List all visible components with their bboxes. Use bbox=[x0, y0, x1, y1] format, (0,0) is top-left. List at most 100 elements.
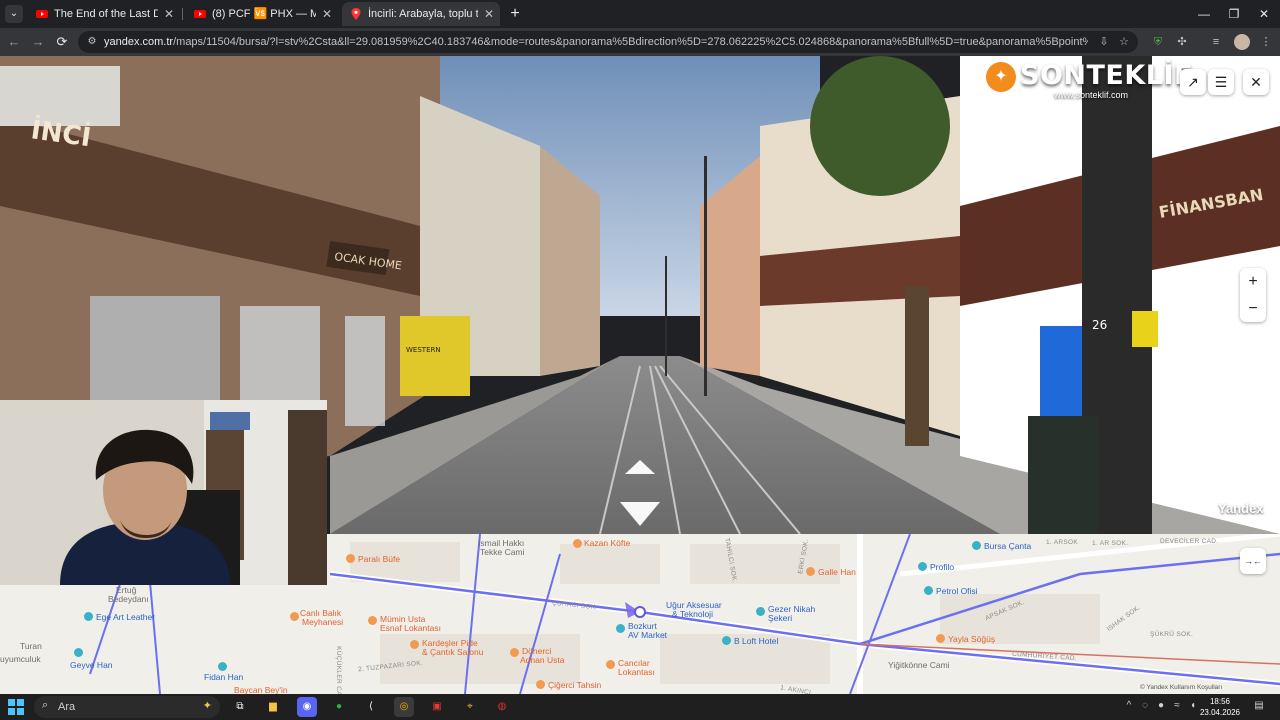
new-tab-button[interactable]: + bbox=[505, 4, 525, 24]
zoom-out-button[interactable]: − bbox=[1240, 295, 1266, 322]
map-label[interactable]: Kazan Köfte bbox=[584, 539, 630, 548]
clock-date: 23.04.2026 bbox=[1199, 708, 1241, 717]
map-label[interactable]: Adnan Usta bbox=[520, 656, 564, 665]
map-attribution[interactable]: © Yandex Kullanım Koşulları bbox=[1140, 684, 1222, 691]
tab-last-dance[interactable]: The End of the Last Dance | Mi ✕ bbox=[28, 2, 180, 26]
poi-pin-icon[interactable] bbox=[806, 567, 815, 576]
poi-pin-icon[interactable] bbox=[410, 640, 419, 649]
poi-pin-icon[interactable] bbox=[536, 680, 545, 689]
tab-search-icon[interactable]: ⌄ bbox=[5, 5, 23, 23]
zoom-in-button[interactable]: + bbox=[1240, 268, 1266, 295]
map-label[interactable]: Fidan Han bbox=[204, 673, 243, 682]
close-icon[interactable]: ✕ bbox=[164, 2, 174, 26]
microphone-icon[interactable]: ● bbox=[1154, 698, 1168, 714]
close-icon[interactable]: ✕ bbox=[484, 2, 494, 26]
map-label[interactable]: Çiğerci Tahsin bbox=[548, 681, 601, 690]
editor-app-icon[interactable]: ⌖ bbox=[460, 697, 480, 717]
poi-pin-icon[interactable] bbox=[972, 541, 981, 550]
menu-icon[interactable]: ☰ bbox=[1208, 69, 1234, 95]
map-label[interactable]: Baycan Bey'in bbox=[234, 686, 288, 695]
map-label[interactable]: Ege Art Leather bbox=[96, 613, 155, 622]
chrome-icon[interactable]: ◎ bbox=[394, 697, 414, 717]
poi-pin-icon[interactable] bbox=[936, 634, 945, 643]
task-view-icon[interactable]: ⧉ bbox=[230, 697, 250, 717]
poi-pin-icon[interactable] bbox=[84, 612, 93, 621]
street-label: KÜÇÜKLER CAD. bbox=[334, 646, 342, 694]
poi-pin-icon[interactable] bbox=[290, 612, 299, 621]
map-label[interactable]: Lokantası bbox=[618, 668, 655, 677]
map-label[interactable]: Esnaf Lokantası bbox=[380, 624, 441, 633]
close-panorama-icon[interactable]: ✕ bbox=[1243, 69, 1269, 95]
tray-overflow-icon[interactable]: ^ bbox=[1122, 698, 1136, 714]
map-label[interactable]: B Loft Hotel bbox=[734, 637, 778, 646]
discord-icon[interactable]: ◉ bbox=[297, 697, 317, 717]
profile-avatar[interactable] bbox=[1234, 34, 1250, 50]
collapse-map-icon[interactable]: →← bbox=[1240, 548, 1266, 574]
extension-shield-icon[interactable]: ⛨ bbox=[1150, 34, 1166, 50]
reload-icon[interactable]: ⟳ bbox=[52, 32, 72, 52]
address-bar[interactable]: ⚙ yandex.com.tr/maps/11504/bursa/?l=stv%… bbox=[78, 31, 1138, 53]
map-label[interactable]: Geyve Han bbox=[70, 661, 113, 670]
system-clock[interactable]: 18:56 23.04.2026 bbox=[1198, 696, 1242, 718]
tab-incirli-maps[interactable]: İncirli: Arabayla, toplu taşımayl ✕ bbox=[342, 2, 500, 26]
map-label[interactable]: Bedeydanı bbox=[108, 595, 149, 604]
tab-pcf-phx[interactable]: (8) PCF 🆚 PHX — MISA 🆚 SU ✕ bbox=[186, 2, 338, 26]
window-close-icon[interactable]: ✕ bbox=[1248, 0, 1280, 28]
obs-icon[interactable]: ◍ bbox=[492, 697, 512, 717]
svg-text:26: 26 bbox=[1092, 318, 1107, 332]
poi-pin-icon[interactable] bbox=[510, 648, 519, 657]
tray-network-icon[interactable]: ◌ bbox=[1138, 698, 1152, 714]
windows-start-icon[interactable] bbox=[8, 699, 24, 715]
map-label[interactable]: & Çantık Salonu bbox=[422, 648, 483, 657]
map-label[interactable]: Petrol Ofisi bbox=[936, 587, 978, 596]
restore-icon[interactable]: ❐ bbox=[1218, 0, 1250, 28]
watermark-url: www.sonteklif.com bbox=[1054, 90, 1129, 100]
back-icon[interactable]: ← bbox=[4, 32, 24, 52]
watermark-logo: ✦ SONTEKLİF www.sonteklif.com bbox=[986, 60, 1192, 102]
map-label[interactable]: Şekeri bbox=[768, 614, 792, 623]
minimize-icon[interactable]: — bbox=[1188, 0, 1220, 28]
poi-pin-icon[interactable] bbox=[346, 554, 355, 563]
yandex-maps-icon bbox=[351, 8, 361, 20]
map-label[interactable]: Yiğitkönne Cami bbox=[888, 661, 950, 670]
file-explorer-icon[interactable]: ▆ bbox=[263, 697, 283, 717]
media-app-icon[interactable]: ▣ bbox=[427, 697, 447, 717]
map-label[interactable]: Yayla Söğüş bbox=[948, 635, 995, 644]
bookmark-star-icon[interactable]: ☆ bbox=[1116, 34, 1132, 50]
close-icon[interactable]: ✕ bbox=[322, 2, 332, 26]
taskbar-search-box[interactable]: ⌕ Ara ✦ bbox=[34, 696, 220, 718]
map-label[interactable]: & Teknoloji bbox=[672, 610, 713, 619]
open-external-icon[interactable]: ↗ bbox=[1180, 69, 1206, 95]
poi-pin-icon[interactable] bbox=[616, 624, 625, 633]
poi-pin-icon[interactable] bbox=[918, 562, 927, 571]
poi-pin-icon[interactable] bbox=[722, 636, 731, 645]
extensions-puzzle-icon[interactable]: ✣ bbox=[1174, 34, 1190, 50]
poi-pin-icon[interactable] bbox=[368, 616, 377, 625]
notification-icon[interactable]: ▤ bbox=[1252, 698, 1266, 714]
site-info-icon[interactable]: ⚙ bbox=[85, 35, 99, 49]
map-label[interactable]: Profilo bbox=[930, 563, 954, 572]
poi-pin-icon[interactable] bbox=[74, 648, 83, 657]
spotify-icon[interactable]: ● bbox=[329, 697, 349, 717]
map-label[interactable]: Paralı Büfe bbox=[358, 555, 400, 564]
map-label[interactable]: Tekke Cami bbox=[480, 548, 524, 557]
forward-icon[interactable]: → bbox=[28, 32, 48, 52]
map-label[interactable]: Turan bbox=[20, 642, 42, 651]
map-label[interactable]: Galle Han bbox=[818, 568, 856, 577]
poi-pin-icon[interactable] bbox=[573, 539, 582, 548]
poi-pin-icon[interactable] bbox=[218, 662, 227, 671]
poi-pin-icon[interactable] bbox=[924, 586, 933, 595]
more-menu-icon[interactable]: ⋮ bbox=[1258, 34, 1274, 50]
map-label[interactable]: AV Market bbox=[628, 631, 667, 640]
map-label[interactable]: Bursa Çanta bbox=[984, 542, 1031, 551]
install-app-icon[interactable]: ⇩ bbox=[1096, 34, 1112, 50]
app-icon[interactable]: ⟨ bbox=[361, 697, 381, 717]
wifi-icon[interactable]: ≈ bbox=[1170, 698, 1184, 714]
poi-pin-icon[interactable] bbox=[606, 660, 615, 669]
youtube-icon bbox=[194, 10, 206, 18]
url-text[interactable]: yandex.com.tr/maps/11504/bursa/?l=stv%2C… bbox=[104, 31, 1088, 53]
media-control-icon[interactable]: ≡ bbox=[1208, 34, 1224, 50]
map-label[interactable]: uyumculuk bbox=[0, 655, 41, 664]
map-label[interactable]: Meyhanesi bbox=[302, 618, 343, 627]
poi-pin-icon[interactable] bbox=[756, 607, 765, 616]
